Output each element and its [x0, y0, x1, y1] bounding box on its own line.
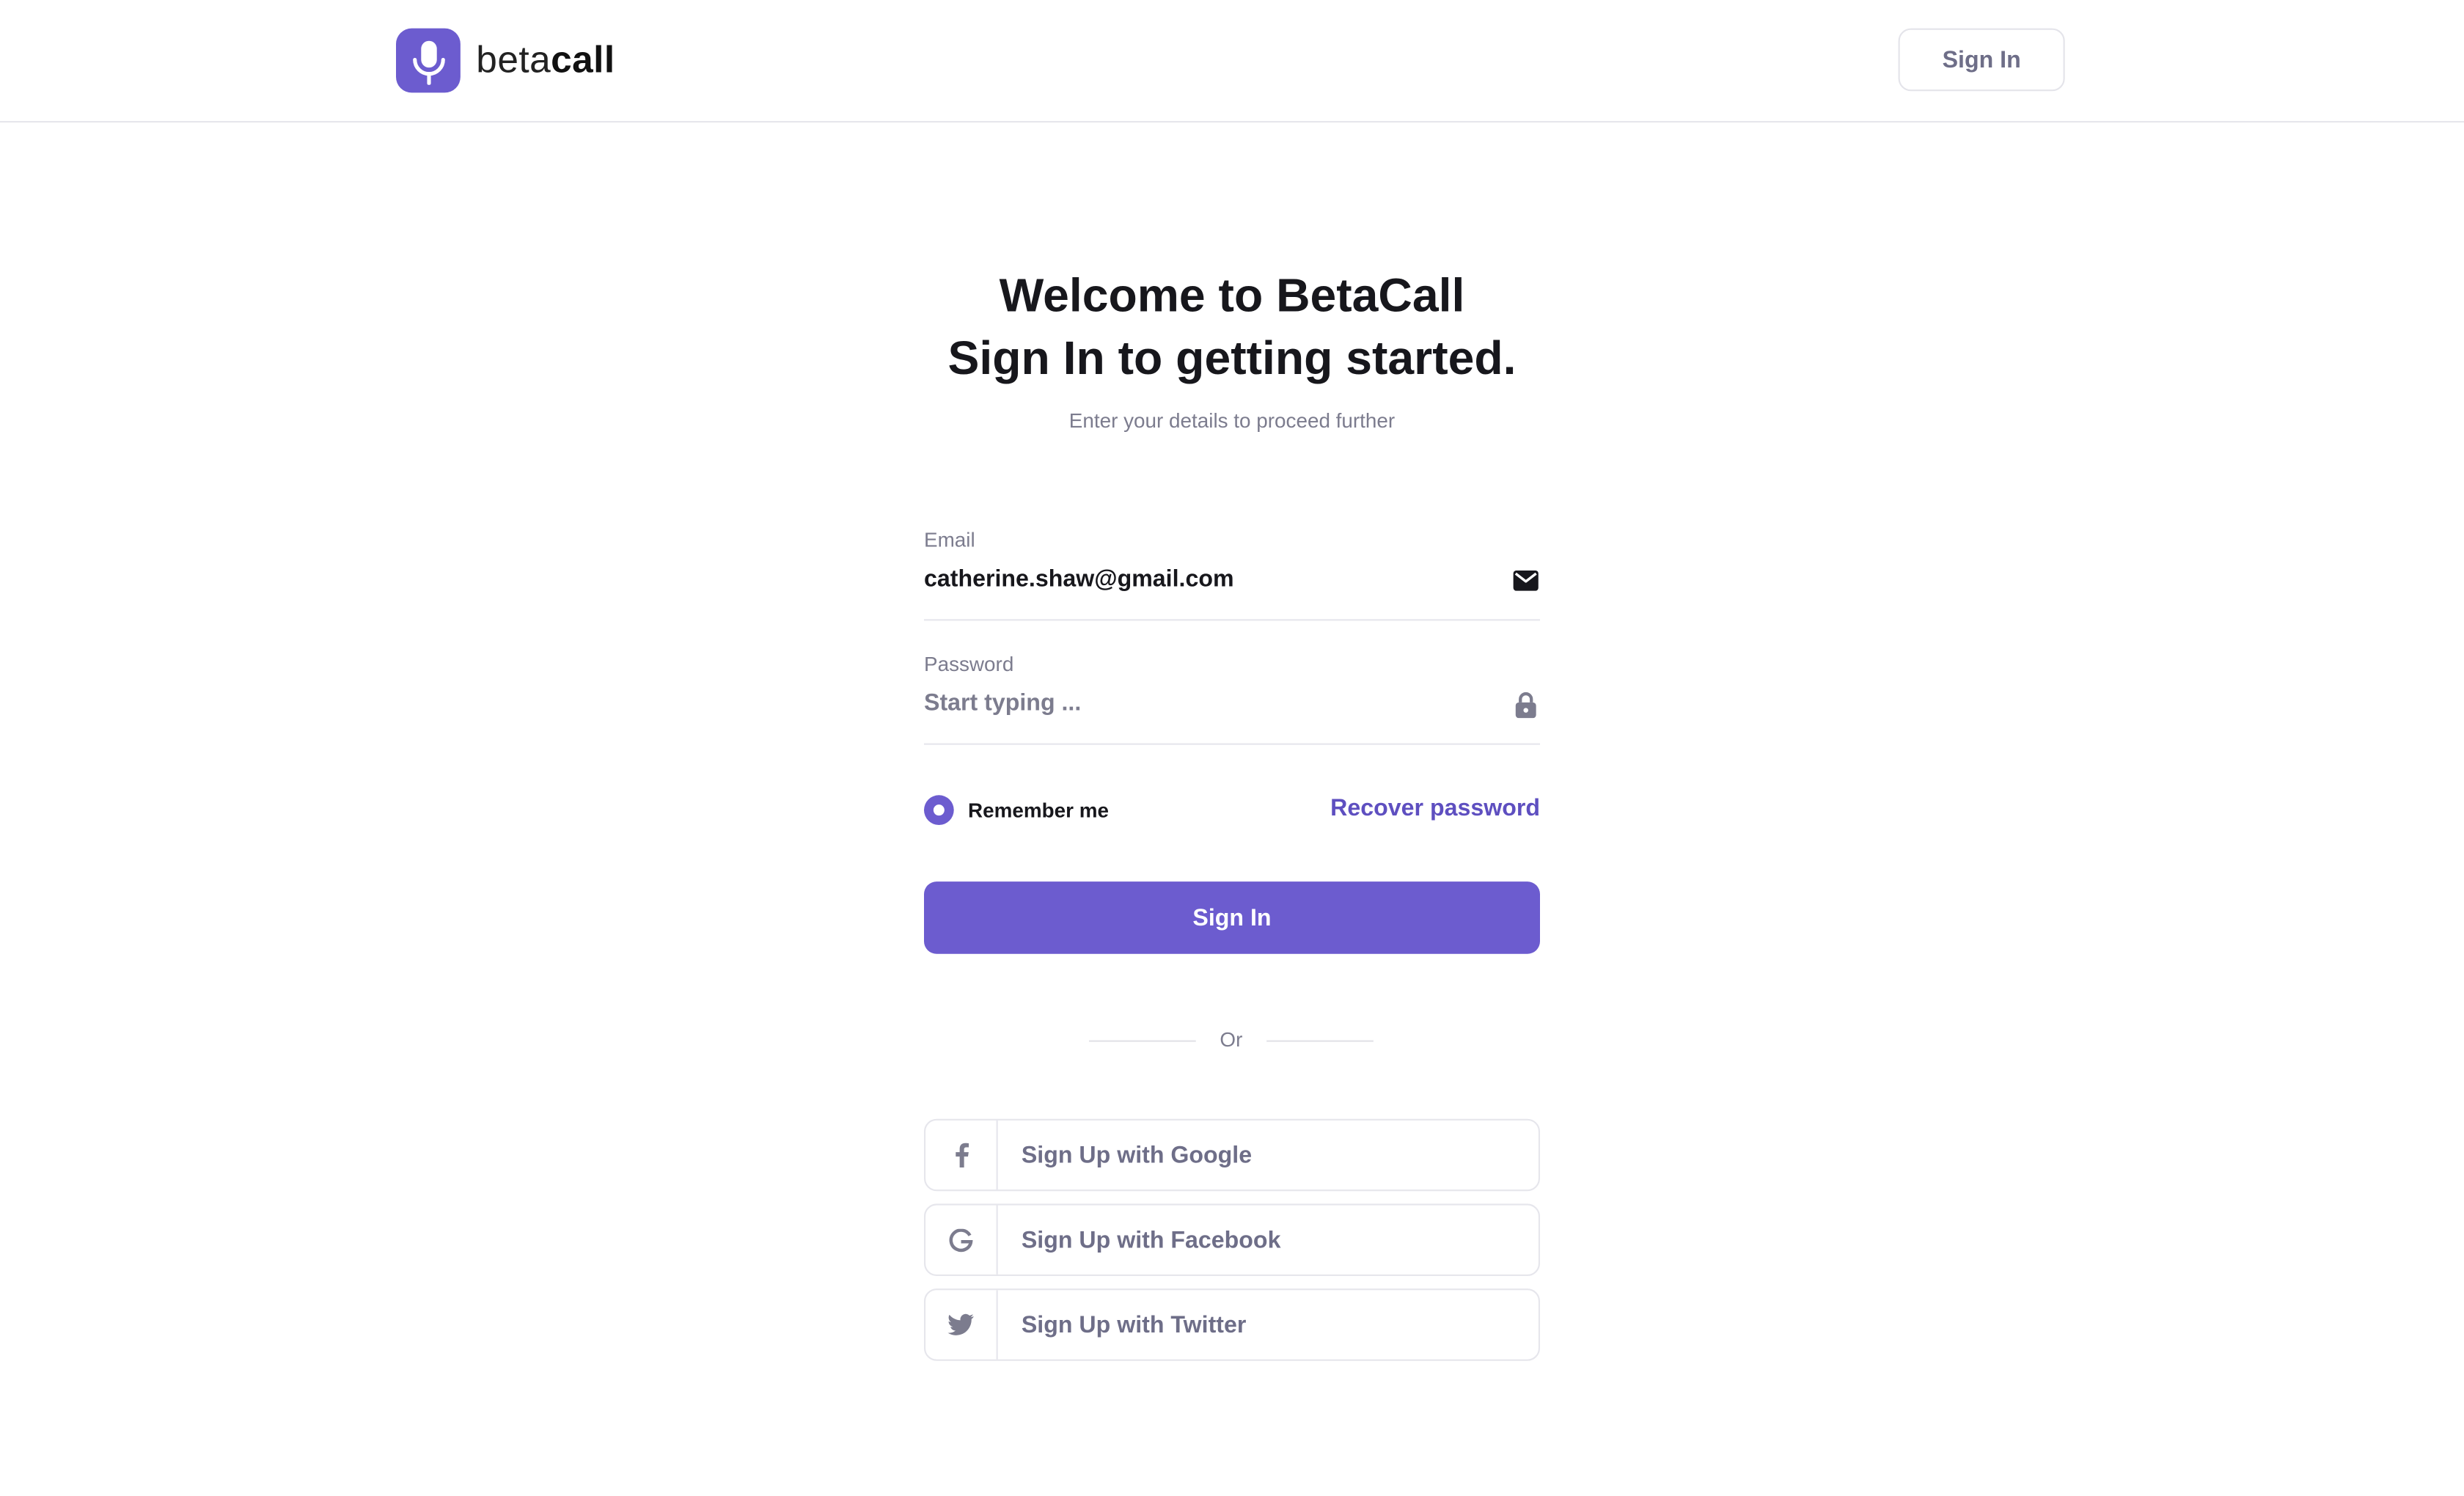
microphone-icon [396, 28, 461, 93]
remember-me-label: Remember me [968, 798, 1110, 822]
email-input[interactable]: catherine.shaw@gmail.com [924, 565, 1234, 592]
top-header: betacall Sign In [0, 0, 2464, 123]
signup-twitter-button[interactable]: Sign Up with Twitter [924, 1288, 1540, 1361]
divider-line-right [1266, 1040, 1374, 1042]
password-label: Password [924, 652, 1014, 676]
radio-dot [933, 804, 945, 816]
signup-google-button[interactable]: Sign Up with Google [924, 1118, 1540, 1192]
page-subtitle: Enter your details to proceed further [1068, 408, 1396, 433]
divider-label: Or [1220, 1027, 1243, 1052]
signup-facebook-label: Sign Up with Facebook [1021, 1226, 1281, 1253]
sign-in-button[interactable]: Sign In [924, 881, 1540, 954]
logo-text-light: beta [476, 38, 551, 81]
email-label: Email [924, 528, 975, 552]
or-divider: Or [1089, 1027, 1374, 1052]
google-icon [925, 1205, 998, 1275]
logo[interactable]: betacall [396, 28, 615, 93]
page-title-subline: Sign In to getting started. [947, 333, 1517, 385]
envelope-icon [1511, 565, 1540, 594]
recover-password-link[interactable]: Recover password [1330, 795, 1540, 821]
page-title: Welcome to BetaCall [999, 270, 1465, 323]
signup-twitter-label: Sign Up with Twitter [1021, 1311, 1247, 1338]
password-field[interactable]: Password Start typing ... [924, 652, 1540, 745]
signup-facebook-button[interactable]: Sign Up with Facebook [924, 1203, 1540, 1276]
lock-icon [1511, 690, 1540, 719]
remember-me-radio[interactable] [924, 795, 954, 825]
password-input[interactable]: Start typing ... [924, 690, 1081, 716]
facebook-icon [925, 1120, 998, 1190]
logo-text-bold: call [551, 38, 615, 81]
logo-text: betacall [476, 39, 615, 83]
email-field[interactable]: Email catherine.shaw@gmail.com [924, 528, 1540, 621]
header-signin-button[interactable]: Sign In [1898, 28, 2065, 92]
twitter-icon [925, 1290, 998, 1360]
remember-me-option[interactable]: Remember me [924, 795, 1109, 825]
page: betacall Sign In Welcome to BetaCall Sig… [0, 0, 2464, 1496]
signup-google-label: Sign Up with Google [1021, 1141, 1253, 1169]
